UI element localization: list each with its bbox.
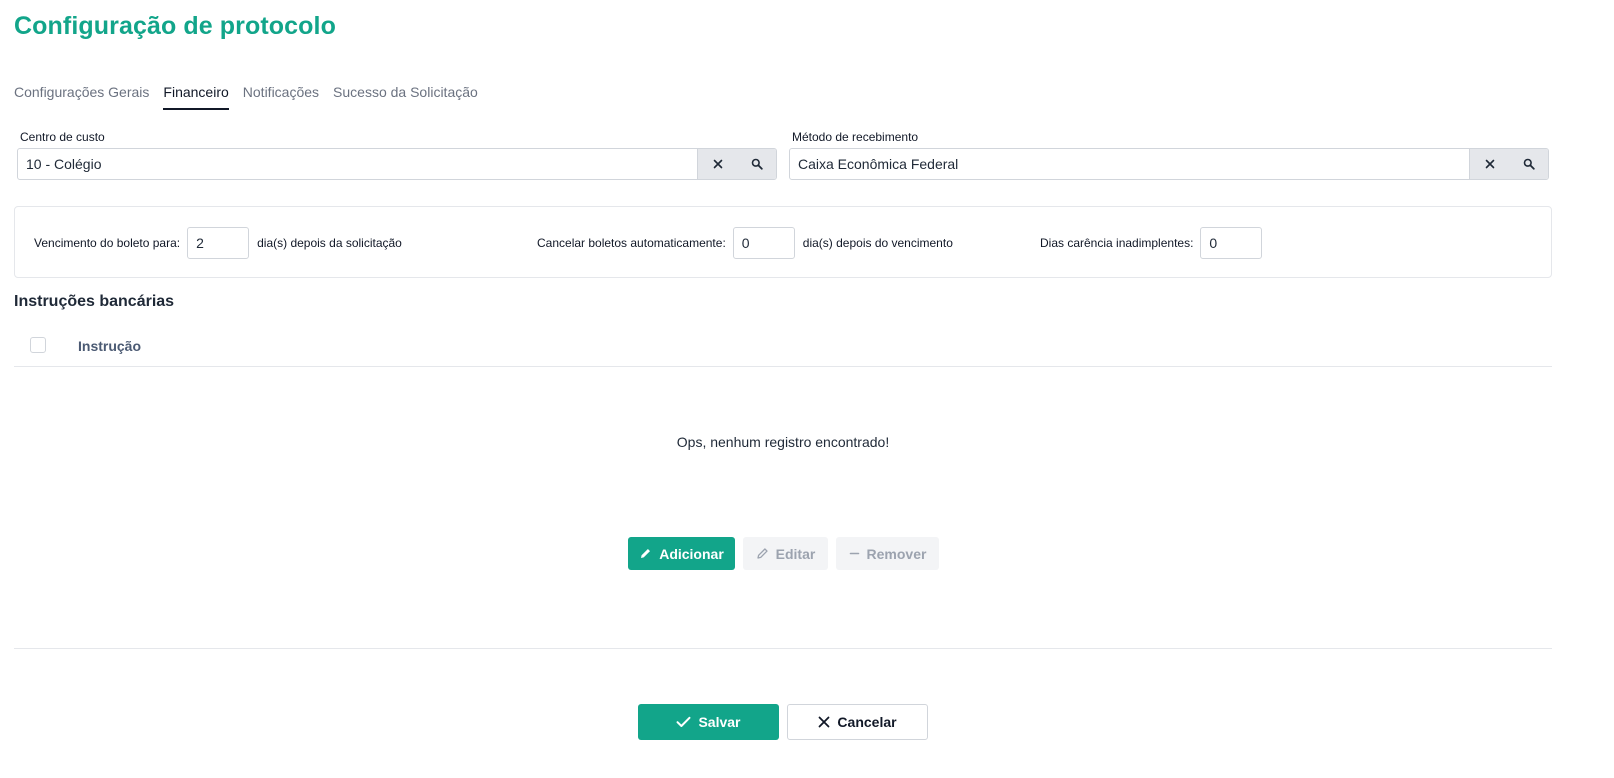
search-icon: [751, 158, 763, 170]
close-icon: [713, 159, 722, 169]
auto-cancel-setting: Cancelar boletos automaticamente: dia(s)…: [537, 227, 953, 259]
grace-days-input[interactable]: [1200, 227, 1263, 259]
cost-center-box: [17, 148, 777, 180]
instructions-table-header: Instrução: [14, 330, 1552, 367]
edit-instruction-label: Editar: [775, 545, 816, 562]
remove-instruction-button[interactable]: Remover: [836, 537, 939, 570]
cost-center-label: Centro de custo: [20, 130, 105, 144]
pencil-icon: [756, 547, 769, 560]
due-suffix: dia(s) depois da solicitação: [257, 236, 402, 250]
payment-method-search-button[interactable]: [1509, 149, 1548, 179]
tab-bar: Configurações Gerais Financeiro Notifica…: [14, 76, 492, 112]
payment-method-field: Método de recebimento: [789, 130, 1549, 180]
footer-divider: [14, 648, 1552, 649]
billing-settings-panel: Vencimento do boleto para: dia(s) depois…: [14, 206, 1552, 278]
cost-center-input[interactable]: [18, 149, 697, 179]
select-all-checkbox[interactable]: [30, 337, 46, 353]
add-instruction-label: Adicionar: [659, 545, 724, 562]
auto-cancel-days-input[interactable]: [732, 227, 795, 259]
remove-instruction-label: Remover: [866, 545, 927, 562]
add-instruction-button[interactable]: Adicionar: [628, 537, 735, 570]
due-setting: Vencimento do boleto para: dia(s) depois…: [34, 227, 402, 259]
payment-method-clear-button[interactable]: [1469, 149, 1509, 179]
pencil-icon: [639, 547, 652, 560]
auto-cancel-suffix: dia(s) depois do vencimento: [802, 236, 953, 250]
check-icon: [676, 716, 691, 728]
save-button-label: Salvar: [698, 714, 741, 730]
cost-center-search-button[interactable]: [737, 149, 776, 179]
tab-financeiro[interactable]: Financeiro: [163, 76, 229, 110]
page-title: Configuração de protocolo: [14, 12, 336, 40]
cost-center-field: Centro de custo: [17, 130, 777, 180]
cost-center-clear-button[interactable]: [697, 149, 737, 179]
instruction-column-header[interactable]: Instrução: [78, 338, 141, 354]
due-label: Vencimento do boleto para:: [34, 236, 181, 250]
grace-days-label: Dias carência inadimplentes:: [1040, 236, 1194, 250]
edit-instruction-button[interactable]: Editar: [743, 537, 828, 570]
close-icon: [818, 716, 830, 728]
tab-configuracoes-gerais[interactable]: Configurações Gerais: [14, 76, 149, 110]
instructions-section-title: Instruções bancárias: [14, 293, 175, 310]
due-days-input[interactable]: [187, 227, 250, 259]
close-icon: [1485, 159, 1494, 169]
tab-sucesso-da-solicitacao[interactable]: Sucesso da Solicitação: [333, 76, 478, 110]
search-icon: [1523, 158, 1535, 170]
minus-icon: [849, 548, 860, 559]
payment-method-input[interactable]: [790, 149, 1469, 179]
cancel-button[interactable]: Cancelar: [787, 704, 928, 740]
cancel-button-label: Cancelar: [837, 714, 897, 730]
save-button[interactable]: Salvar: [638, 704, 779, 740]
grace-days-setting: Dias carência inadimplentes:: [1040, 227, 1270, 259]
payment-method-box: [789, 148, 1549, 180]
empty-state-message: Ops, nenhum registro encontrado!: [676, 434, 890, 450]
auto-cancel-label: Cancelar boletos automaticamente:: [537, 236, 726, 250]
tab-notificacoes[interactable]: Notificações: [243, 76, 319, 110]
payment-method-label: Método de recebimento: [792, 130, 919, 144]
